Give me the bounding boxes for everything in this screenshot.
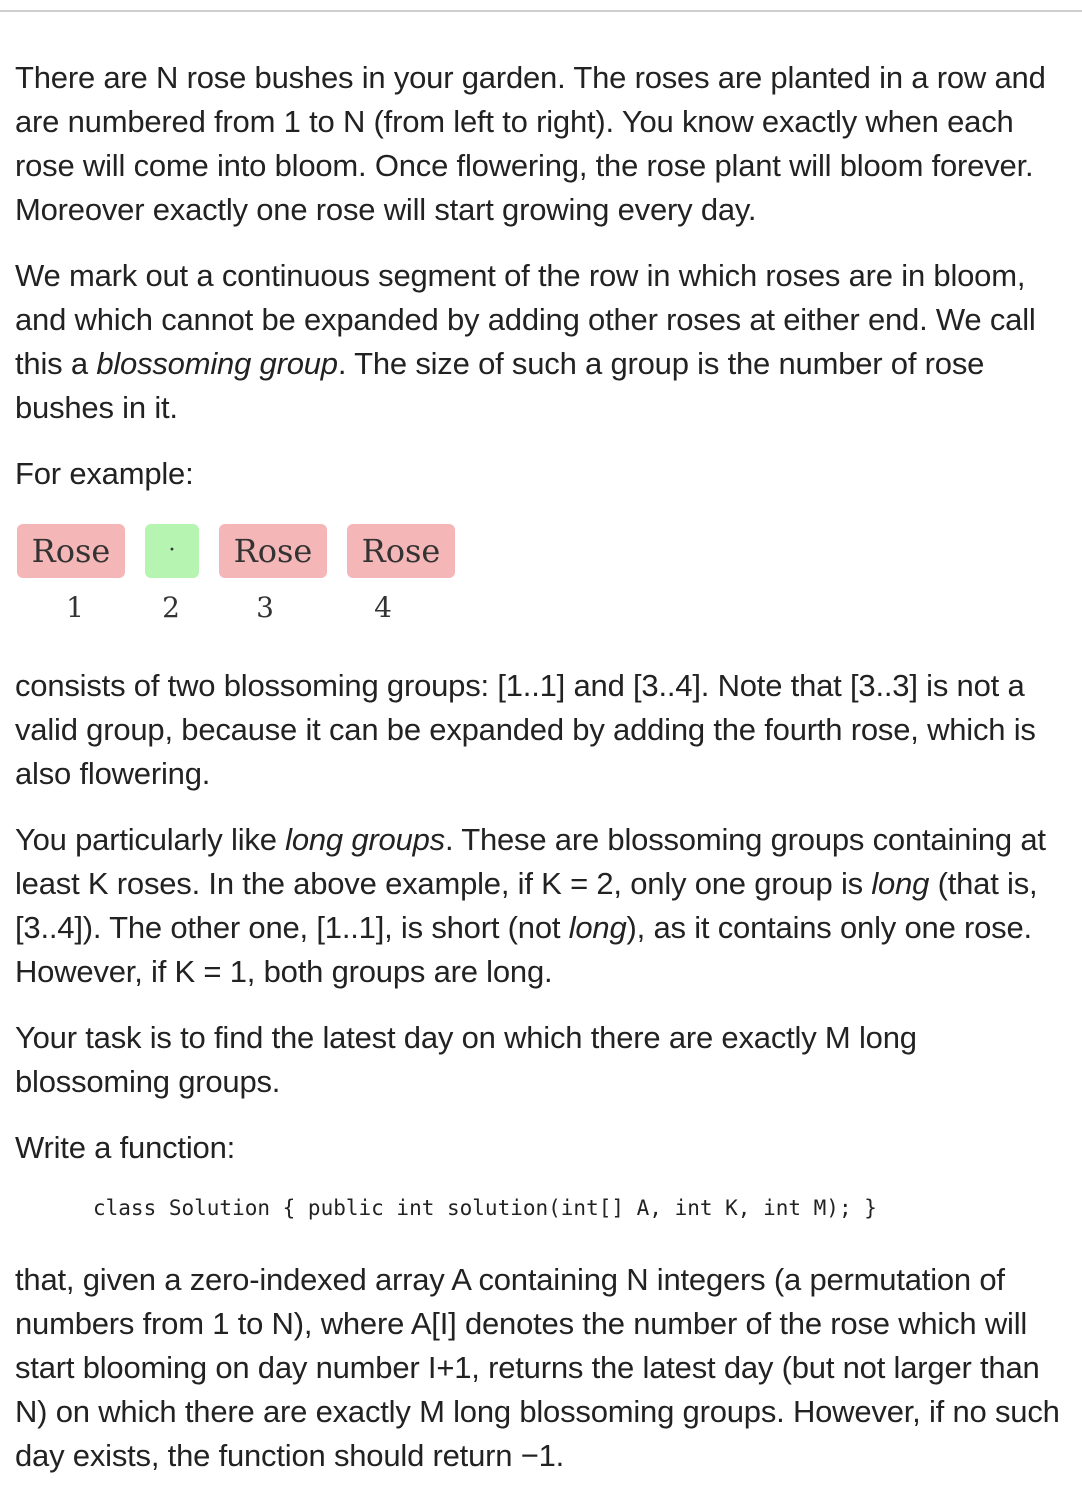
paragraph-long-groups: You particularly like long groups. These…: [15, 818, 1077, 994]
top-divider: [0, 0, 1082, 12]
term-long-groups: long groups: [285, 822, 445, 857]
paragraph-intro: There are N rose bushes in your garden. …: [15, 60, 1046, 227]
paragraph-definition: We mark out a continuous segment of the …: [15, 254, 1077, 430]
rose-box-3: Rose: [219, 524, 327, 578]
rose-box-2: ·: [145, 524, 199, 578]
rose-example-figure: Rose · Rose Rose 1 2 3 4: [15, 518, 1077, 648]
paragraph-function-description: that, given a zero-indexed array A conta…: [15, 1262, 1060, 1473]
rose-number-2: 2: [162, 591, 180, 624]
term-long-1: long: [871, 866, 930, 901]
rose-number-1: 1: [66, 591, 84, 624]
function-signature-code: class Solution { public int solution(int…: [93, 1196, 877, 1220]
rose-box-1: Rose: [17, 524, 125, 578]
rose-number-3: 3: [256, 591, 274, 624]
rose-box-4: Rose: [347, 524, 455, 578]
term-blossoming-group: blossoming group: [96, 346, 338, 381]
paragraph-task: Your task is to find the latest day on w…: [15, 1020, 917, 1099]
term-long-2: long: [568, 910, 627, 945]
long-groups-text-a: You particularly like: [15, 822, 286, 857]
paragraph-example-label: For example:: [15, 456, 194, 491]
rose-number-4: 4: [374, 591, 392, 624]
paragraph-write-function: Write a function:: [15, 1130, 236, 1165]
problem-statement: There are N rose bushes in your garden. …: [15, 56, 1077, 1500]
paragraph-example-explanation: consists of two blossoming groups: [1..1…: [15, 668, 1036, 791]
